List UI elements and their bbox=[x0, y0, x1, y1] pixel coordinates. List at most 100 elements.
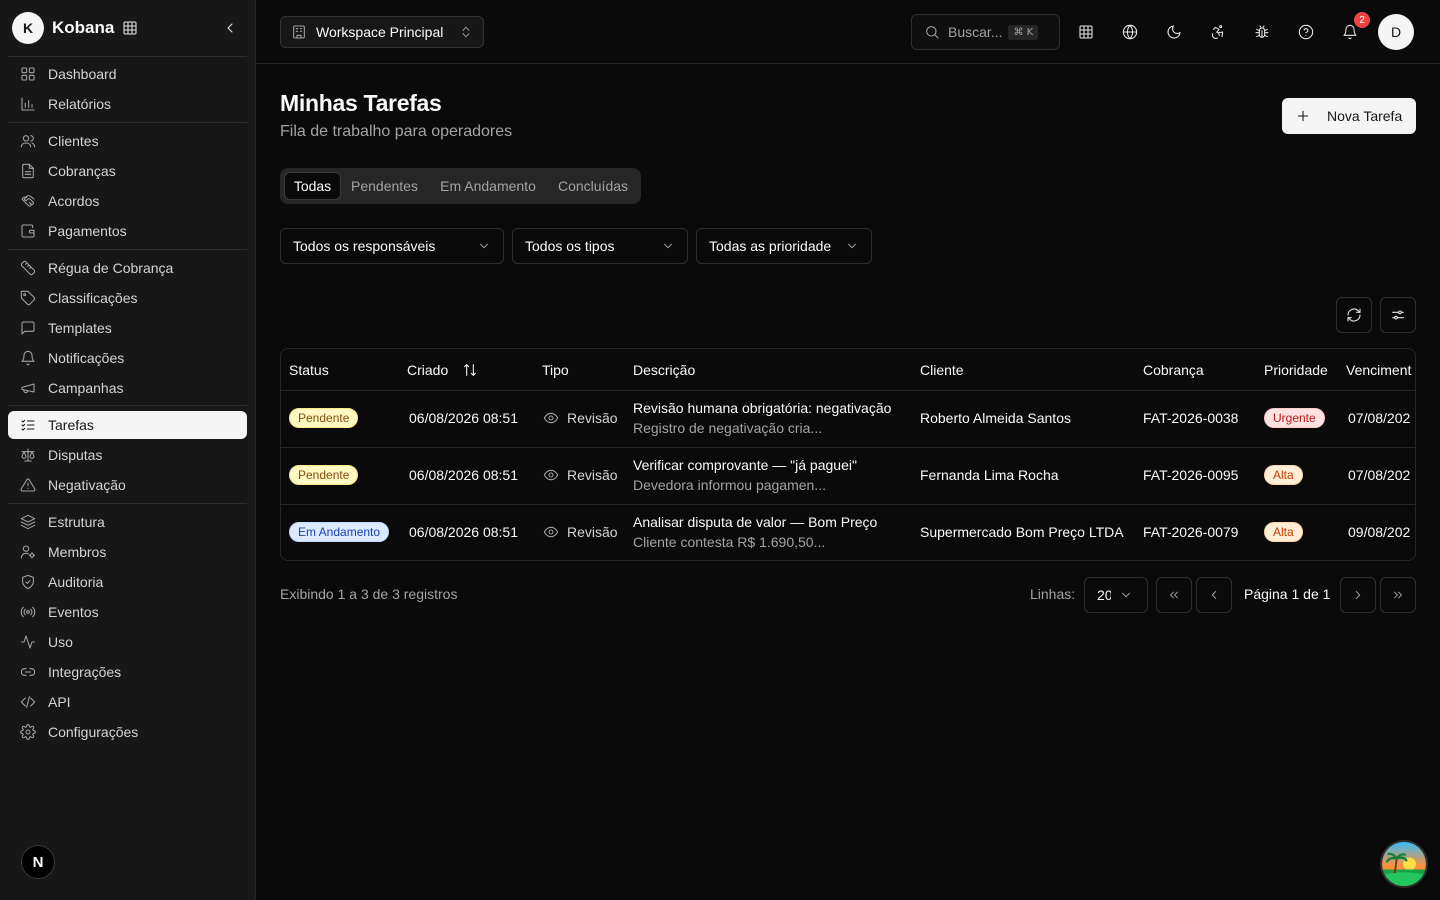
chevron-down-icon bbox=[848, 243, 856, 249]
tab-pendentes[interactable]: Pendentes bbox=[343, 172, 426, 200]
list-checks-icon bbox=[21, 419, 35, 431]
handshake-icon bbox=[21, 195, 35, 207]
sidebar-item-notificacoes[interactable]: Notificações bbox=[8, 344, 247, 372]
table-icon[interactable] bbox=[122, 20, 138, 36]
new-task-button[interactable]: Nova Tarefa bbox=[1282, 98, 1416, 134]
tab-todas[interactable]: Todas bbox=[284, 172, 341, 200]
description-title: Verificar comprovante — "já paguei" bbox=[633, 457, 857, 473]
sidebar-item-label: Auditoria bbox=[48, 574, 104, 590]
sidebar-item-label: Dashboard bbox=[48, 66, 117, 82]
sidebar-item-campanhas[interactable]: Campanhas bbox=[8, 374, 247, 402]
last-page-button[interactable] bbox=[1380, 577, 1416, 613]
sort-arrows-icon[interactable] bbox=[462, 362, 478, 378]
status-badge: Em Andamento bbox=[289, 522, 390, 542]
chevrons-right-icon bbox=[1394, 591, 1402, 599]
charge-cell: FAT-2026-0095 bbox=[1143, 467, 1239, 483]
file-text-icon bbox=[22, 163, 34, 179]
sidebar-item-integracoes[interactable]: Integrações bbox=[8, 658, 247, 686]
sidebar-item-relatorios[interactable]: Relatórios bbox=[8, 90, 247, 118]
floating-assistant-avatar[interactable] bbox=[1380, 840, 1428, 888]
user-avatar[interactable]: D bbox=[1378, 14, 1414, 50]
eye-icon bbox=[543, 412, 559, 424]
search-placeholder: Buscar... bbox=[948, 24, 1003, 40]
brand-name: Kobana bbox=[52, 18, 115, 37]
description-subtitle: Cliente contesta R$ 1.690,50... bbox=[633, 534, 826, 550]
previous-page-button[interactable] bbox=[1196, 577, 1232, 613]
due-date-cell: 09/08/202 bbox=[1348, 524, 1411, 540]
type-filter[interactable]: Todos os tipos bbox=[512, 228, 688, 264]
column-header-vencimento[interactable]: Venciment bbox=[1346, 349, 1411, 390]
sidebar-item-auditoria[interactable]: Auditoria bbox=[8, 568, 247, 596]
column-header-prioridade[interactable]: Prioridade bbox=[1264, 349, 1328, 390]
debug-button[interactable] bbox=[1246, 16, 1278, 48]
view-options-button[interactable] bbox=[1380, 297, 1416, 333]
chevrons-left-icon bbox=[1170, 591, 1178, 599]
sidebar-item-negativacao[interactable]: Negativação bbox=[8, 471, 247, 499]
created-cell: 06/08/2026 08:51 bbox=[409, 467, 518, 483]
sidebar-item-classificacoes[interactable]: Classificações bbox=[8, 284, 247, 312]
column-header-cobranca[interactable]: Cobrança bbox=[1143, 349, 1204, 390]
brand-header: K Kobana bbox=[12, 12, 244, 44]
column-header-cliente[interactable]: Cliente bbox=[920, 349, 964, 390]
priority-badge: Alta bbox=[1264, 522, 1303, 542]
sidebar-item-membros[interactable]: Membros bbox=[8, 538, 247, 566]
sidebar-item-disputas[interactable]: Disputas bbox=[8, 441, 247, 469]
sidebar-item-regua[interactable]: Régua de Cobrança bbox=[8, 254, 247, 282]
plus-icon bbox=[1297, 110, 1309, 122]
type-cell: Revisão bbox=[543, 410, 618, 426]
nextjs-dev-badge[interactable]: N bbox=[21, 845, 55, 879]
priority-filter[interactable]: Todas as prioridade bbox=[696, 228, 872, 264]
sidebar-divider bbox=[8, 503, 247, 504]
chevron-down-icon bbox=[480, 243, 488, 249]
sidebar-item-api[interactable]: API bbox=[8, 688, 247, 716]
sidebar-item-estrutura[interactable]: Estrutura bbox=[8, 508, 247, 536]
priority-badge: Alta bbox=[1264, 465, 1303, 485]
sidebar-item-dashboard[interactable]: Dashboard bbox=[8, 60, 247, 88]
scale-icon bbox=[21, 448, 35, 462]
tab-concluidas[interactable]: Concluídas bbox=[550, 172, 636, 200]
column-header-status[interactable]: Status bbox=[289, 349, 329, 390]
sidebar-item-label: Templates bbox=[48, 320, 112, 336]
table-view-button[interactable] bbox=[1070, 16, 1102, 48]
sidebar-item-clientes[interactable]: Clientes bbox=[8, 127, 247, 155]
sidebar-divider bbox=[8, 122, 247, 123]
due-date-cell: 07/08/202 bbox=[1348, 467, 1411, 483]
search-icon bbox=[926, 26, 939, 39]
sidebar-item-eventos[interactable]: Eventos bbox=[8, 598, 247, 626]
moon-icon bbox=[1167, 25, 1181, 39]
theme-toggle-button[interactable] bbox=[1158, 16, 1190, 48]
responsible-filter[interactable]: Todos os responsáveis bbox=[280, 228, 504, 264]
sidebar-item-uso[interactable]: Uso bbox=[8, 628, 247, 656]
bell-icon bbox=[1343, 24, 1357, 40]
sidebar-item-acordos[interactable]: Acordos bbox=[8, 187, 247, 215]
column-header-criado[interactable]: Criado bbox=[407, 349, 478, 390]
brand-avatar[interactable]: K bbox=[12, 12, 44, 44]
sidebar-item-configuracoes[interactable]: Configurações bbox=[8, 718, 247, 746]
sidebar-item-templates[interactable]: Templates bbox=[8, 314, 247, 342]
type-label: Revisão bbox=[567, 467, 618, 483]
client-cell: Fernanda Lima Rocha bbox=[920, 467, 1059, 483]
rows-per-page-select[interactable]: 20 bbox=[1084, 577, 1148, 613]
workspace-selector[interactable]: Workspace Principal bbox=[280, 16, 484, 48]
first-page-button[interactable] bbox=[1156, 577, 1192, 613]
refresh-button[interactable] bbox=[1336, 297, 1372, 333]
sidebar-item-tarefas[interactable]: Tarefas bbox=[8, 411, 247, 439]
accessibility-button[interactable] bbox=[1202, 16, 1234, 48]
ruler-icon bbox=[20, 260, 36, 276]
search-button[interactable]: Buscar... ⌘ K bbox=[911, 14, 1060, 50]
help-button[interactable] bbox=[1290, 16, 1322, 48]
column-header-descricao[interactable]: Descrição bbox=[633, 349, 695, 390]
status-tabs: Todas Pendentes Em Andamento Concluídas bbox=[280, 168, 641, 204]
sidebar-item-label: Integrações bbox=[48, 664, 122, 680]
sidebar-item-cobrancas[interactable]: Cobranças bbox=[8, 157, 247, 185]
collapse-sidebar-button[interactable] bbox=[218, 16, 242, 40]
tab-em-andamento[interactable]: Em Andamento bbox=[430, 172, 546, 200]
sidebar-item-label: Régua de Cobrança bbox=[48, 260, 174, 276]
column-header-tipo[interactable]: Tipo bbox=[542, 349, 569, 390]
type-filter-value: Todos os tipos bbox=[525, 238, 615, 254]
sidebar-divider bbox=[8, 56, 247, 57]
next-page-button[interactable] bbox=[1340, 577, 1376, 613]
language-button[interactable] bbox=[1114, 16, 1146, 48]
sidebar-item-label: Configurações bbox=[48, 724, 139, 740]
sidebar-item-pagamentos[interactable]: Pagamentos bbox=[8, 217, 247, 245]
